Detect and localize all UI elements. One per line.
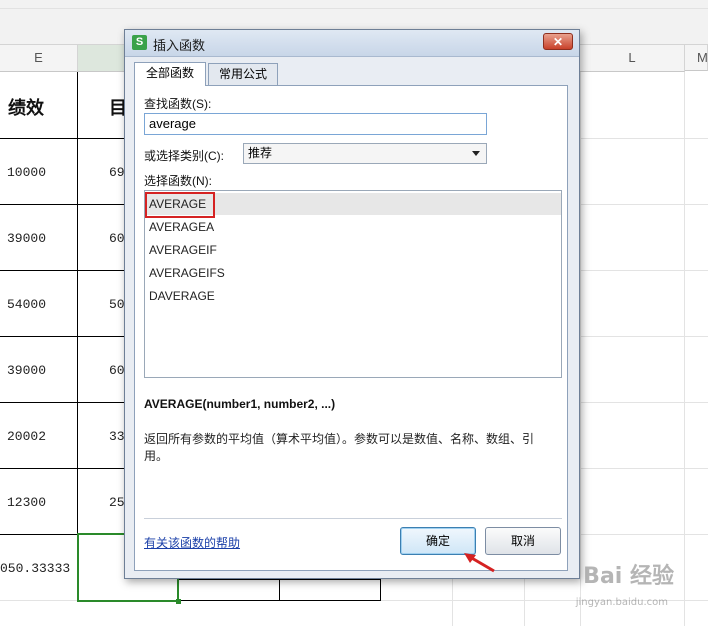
- grid-line: [580, 138, 708, 139]
- grid-line: [580, 270, 708, 271]
- dialog-titlebar[interactable]: S 插入函数 ✕: [125, 30, 579, 57]
- search-function-input[interactable]: average: [144, 113, 487, 135]
- function-help-link[interactable]: 有关该函数的帮助: [144, 534, 240, 551]
- table-border: [0, 204, 124, 205]
- table-cell[interactable]: 12300: [7, 495, 46, 510]
- grid-line: [684, 72, 685, 626]
- table-border: [77, 72, 78, 534]
- grid-line: [580, 72, 581, 626]
- list-item[interactable]: AVERAGEIFS: [145, 262, 561, 284]
- table-cell[interactable]: 54000: [7, 297, 46, 312]
- grid-line: [580, 204, 708, 205]
- baidu-watermark: Bai 经验: [583, 564, 674, 589]
- baidu-watermark-url: jingyan.baidu.com: [575, 597, 668, 608]
- table-cell[interactable]: 20002: [7, 429, 46, 444]
- table-cell[interactable]: 39000: [7, 363, 46, 378]
- function-syntax: AVERAGE(number1, number2, ...): [144, 397, 336, 411]
- grid-line: [524, 579, 525, 626]
- table-border: [279, 579, 280, 601]
- close-button[interactable]: ✕: [543, 33, 573, 50]
- table-border: [0, 336, 124, 337]
- tab-panel: 查找函数(S): average 或选择类别(C): 推荐 选择函数(N): A…: [134, 85, 568, 571]
- column-header-m[interactable]: M: [685, 45, 708, 71]
- ok-button[interactable]: 确定: [400, 527, 476, 555]
- category-label: 或选择类别(C):: [144, 149, 224, 163]
- table-cell[interactable]: 69: [109, 165, 125, 180]
- table-cell[interactable]: 33: [109, 429, 125, 444]
- function-list-label: 选择函数(N):: [144, 174, 212, 188]
- grid-line: [580, 402, 708, 403]
- table-cell[interactable]: 39000: [7, 231, 46, 246]
- grid-line: [580, 336, 708, 337]
- table-border: [0, 270, 124, 271]
- table-cell[interactable]: 050.33333: [0, 561, 70, 576]
- dialog-title: 插入函数: [153, 38, 206, 53]
- category-value: 推荐: [248, 146, 273, 160]
- list-item[interactable]: AVERAGEA: [145, 216, 561, 238]
- table-cell[interactable]: 25: [109, 495, 125, 510]
- table-cell[interactable]: 50: [109, 297, 125, 312]
- table-border: [0, 402, 124, 403]
- column-header-l[interactable]: L: [580, 45, 685, 72]
- column-label: L: [628, 50, 636, 65]
- category-select[interactable]: 推荐: [243, 143, 487, 164]
- table-cell[interactable]: 60: [109, 231, 125, 246]
- insert-function-dialog: S 插入函数 ✕ 全部函数 常用公式 查找函数(S): average 或选择类…: [124, 29, 580, 579]
- red-arrow-annotation-icon: [464, 553, 495, 573]
- function-listbox[interactable]: AVERAGE AVERAGEA AVERAGEIF AVERAGEIFS DA…: [144, 190, 562, 378]
- table-border: [0, 138, 124, 139]
- fill-handle[interactable]: [176, 599, 181, 604]
- column-header-e[interactable]: E: [0, 45, 78, 72]
- cancel-button[interactable]: 取消: [485, 527, 561, 555]
- red-highlight-box: [145, 192, 215, 218]
- column-label: E: [34, 50, 43, 65]
- table-cell[interactable]: 10000: [7, 165, 46, 180]
- search-label: 查找函数(S):: [144, 97, 212, 111]
- table-border: [0, 468, 124, 469]
- dropdown-arrow-icon: [472, 151, 480, 156]
- header-cell-performance[interactable]: 绩效: [8, 94, 44, 120]
- table-border: [380, 579, 381, 601]
- table-border: [178, 600, 381, 601]
- list-item[interactable]: DAVERAGE: [145, 285, 561, 307]
- list-item[interactable]: AVERAGEIF: [145, 239, 561, 261]
- tab-all-functions[interactable]: 全部函数: [134, 62, 206, 86]
- grid-line: [580, 468, 708, 469]
- tab-common-formulas[interactable]: 常用公式: [208, 63, 278, 85]
- grid-line: [452, 579, 453, 626]
- table-cell[interactable]: 60: [109, 363, 125, 378]
- column-label: M: [697, 50, 708, 65]
- grid-line: [580, 534, 708, 535]
- divider: [144, 518, 562, 519]
- wps-app-icon: S: [132, 35, 147, 50]
- function-description: 返回所有参数的平均值（算术平均值）。参数可以是数值、名称、数组、引用。: [144, 432, 535, 463]
